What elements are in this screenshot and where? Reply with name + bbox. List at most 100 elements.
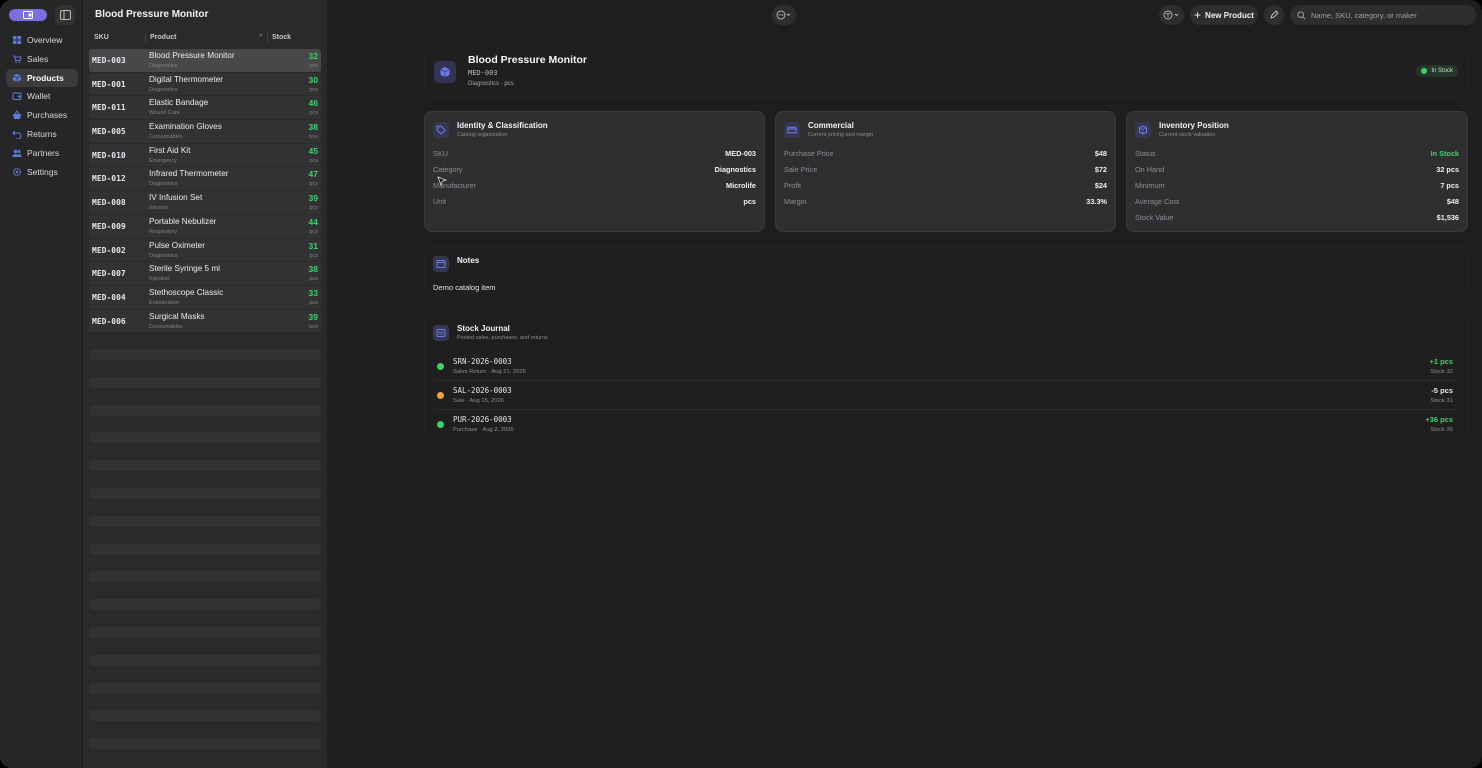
row-unit: pcs — [309, 86, 318, 93]
search-icon — [1297, 10, 1306, 20]
more-options-button[interactable] — [772, 5, 796, 25]
sidebar-item-purchases[interactable]: Purchases — [6, 106, 78, 124]
entry-description: Sales Return · Aug 21, 2026 — [453, 369, 526, 375]
sidebar-item-products[interactable]: Products — [6, 68, 78, 87]
kv-key: Stock Value — [1135, 213, 1174, 222]
journal-icon — [433, 325, 449, 341]
row-product-name: Digital Thermometer — [149, 74, 224, 84]
table-row[interactable]: MED-011 Elastic Bandage Wound Care 46 pcs — [89, 96, 321, 121]
basket-icon — [12, 110, 22, 120]
kv-row: Average Cost $48 — [1135, 197, 1459, 209]
sidebar-toggle-button[interactable] — [55, 5, 75, 25]
row-sku: MED-011 — [92, 103, 126, 113]
journal-entry[interactable]: PUR-2026-0003 Purchase · Aug 2, 2026 +36 p… — [433, 410, 1459, 439]
sidebar-item-sales[interactable]: Sales — [6, 50, 78, 68]
row-stock: 46 — [308, 98, 318, 109]
column-header-sku[interactable]: SKU — [94, 34, 109, 41]
return-icon — [12, 129, 22, 139]
kv-row: Category Diagnostics — [433, 165, 756, 177]
journal-entry[interactable]: SRN-2026-0003 Sales Return · Aug 21, 2026… — [433, 352, 1459, 381]
row-product-name: Portable Nebulizer — [149, 216, 217, 226]
table-row[interactable]: MED-003 Blood Pressure Monitor Diagnostics… — [89, 49, 321, 73]
kv-row: Manufacturer Microlife — [433, 181, 756, 193]
kv-value: $24 — [1094, 181, 1107, 190]
table-row[interactable]: MED-008 IV Infusion Set Infusion 39 pcs — [89, 191, 321, 215]
search-field[interactable] — [1290, 5, 1476, 25]
table-row[interactable]: MED-004 Stethoscope Classic Examination 33 p… — [89, 285, 321, 310]
entry-quantity: +36 pcs — [1425, 415, 1453, 424]
entry-quantity: -5 pcs — [1431, 386, 1453, 395]
table-row[interactable]: MED-012 Infrared Thermometer Diagnostics 47… — [89, 167, 321, 192]
edit-button[interactable] — [1264, 5, 1284, 25]
row-stock: 44 — [308, 216, 318, 227]
table-row[interactable]: MED-006 Surgical Masks Consumables 39 box — [89, 309, 321, 334]
skeleton-row — [89, 488, 321, 499]
column-header-stock[interactable]: Stock — [272, 34, 291, 41]
filter-icon — [1163, 10, 1178, 20]
page-title: Blood Pressure Monitor — [468, 54, 588, 66]
row-sku: MED-012 — [92, 174, 126, 184]
new-product-label: New Product — [1205, 10, 1254, 20]
product-table: MED-003 Blood Pressure Monitor Diagnostics… — [89, 49, 321, 334]
sidebar-item-settings[interactable]: Settings — [6, 163, 78, 181]
pencil-icon — [1270, 10, 1279, 19]
row-category: Diagnostics — [149, 86, 178, 93]
row-category: Respiratory — [149, 228, 178, 235]
product-list-pane: Blood Pressure Monitor SKU Product ^ Sto… — [83, 0, 327, 768]
row-unit: pcs — [309, 63, 318, 69]
skeleton-row — [89, 349, 321, 360]
table-row[interactable]: MED-001 Digital Thermometer Diagnostics 30 p… — [89, 72, 321, 97]
entry-status-dot-icon — [437, 363, 444, 370]
row-stock: 39 — [308, 311, 318, 322]
entry-ref: SRN-2026-0003 — [453, 357, 512, 366]
kv-value: In Stock — [1430, 149, 1459, 158]
table-row[interactable]: MED-009 Portable Nebulizer Respiratory 44 pc… — [89, 214, 321, 239]
sidebar-item-wallet[interactable]: Wallet — [6, 87, 78, 105]
sidebar-item-label: Partners — [27, 147, 60, 158]
card-title: Identity & Classification — [457, 121, 548, 130]
entry-balance: Stock 31 — [1430, 398, 1453, 404]
row-stock: 30 — [308, 74, 318, 85]
card-subtitle: Posted sales, purchases, and returns — [457, 335, 548, 341]
kv-row: Unit pcs — [433, 197, 756, 209]
row-product-name: Surgical Masks — [149, 311, 205, 321]
filter-button[interactable] — [1159, 5, 1184, 25]
kv-key: Sale Price — [784, 165, 818, 174]
row-product-name: Pulse Oximeter — [149, 240, 205, 250]
column-divider — [267, 33, 268, 43]
row-product-name: First Aid Kit — [149, 145, 191, 155]
row-category: Consumables — [149, 134, 183, 141]
kv-row: Sale Price $72 — [784, 165, 1107, 177]
sidebar-item-partners[interactable]: Partners — [6, 144, 78, 162]
entry-ref: SAL-2026-0003 — [453, 386, 512, 395]
table-row[interactable]: MED-007 Sterile Syringe 5 ml Injection 38 pc… — [89, 262, 321, 286]
people-icon — [12, 148, 22, 158]
row-sku: MED-001 — [92, 79, 126, 89]
kv-value: Microlife — [725, 181, 756, 190]
row-stock: 38 — [308, 122, 318, 133]
table-row[interactable]: MED-005 Examination Gloves Consumables 38 bo… — [89, 120, 321, 144]
column-header-product[interactable]: Product — [150, 34, 176, 41]
skeleton-row — [89, 682, 321, 694]
table-row[interactable]: MED-010 First Aid Kit Emergency 45 pcs — [89, 143, 321, 168]
row-stock: 39 — [308, 193, 318, 204]
new-product-button[interactable]: + New Product — [1190, 5, 1258, 25]
skeleton-row — [89, 404, 321, 416]
search-input[interactable] — [1311, 10, 1471, 20]
table-row[interactable]: MED-002 Pulse Oximeter Diagnostics 31 pcs — [89, 238, 321, 263]
skeleton-row — [89, 738, 321, 750]
row-category: Examination — [149, 299, 180, 306]
kv-value: pcs — [743, 197, 756, 206]
journal-entry[interactable]: SAL-2026-0003 Sale · Aug 15, 2026 -5 pcs St… — [433, 381, 1459, 410]
sidebar-item-overview[interactable]: Overview — [6, 31, 78, 49]
row-unit: pcs — [309, 252, 318, 259]
entry-status-dot-icon — [437, 392, 444, 399]
sidebar-item-returns[interactable]: Returns — [6, 125, 78, 143]
kv-row: Stock Value $1,536 — [1135, 213, 1459, 225]
row-category: Emergency — [149, 157, 177, 164]
app-switcher-button[interactable] — [9, 9, 47, 21]
kv-row: Minimum 7 pcs — [1135, 181, 1459, 193]
row-stock: 45 — [308, 145, 318, 156]
stock-journal-card: Stock Journal Posted sales, purchases, a… — [424, 314, 1468, 445]
entry-status-dot-icon — [437, 421, 444, 428]
